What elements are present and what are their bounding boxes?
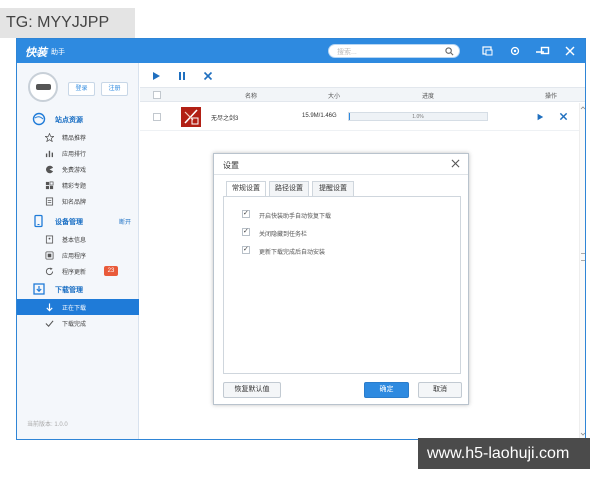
sidebar-item-label: 程序更新	[62, 270, 87, 276]
section-download-management[interactable]: 下载管理	[17, 281, 139, 297]
download-progress-bar: 1.0%	[348, 112, 488, 121]
version-label: 当前版本: 1.0.0	[27, 422, 68, 428]
sidebar: 登录 注册 站点资源 精品推荐 应用排行 免费游戏 精彩专题 知名品牌 设备管理…	[17, 63, 139, 439]
remove-icon[interactable]	[559, 112, 568, 121]
sidebar-item-free-games[interactable]: 免费游戏	[17, 161, 139, 177]
sidebar-item-label: 精品推荐	[62, 136, 87, 142]
option-label: 关闭隐藏到任务栏	[259, 232, 308, 238]
table-header: 名称 大小 进度 操作	[140, 87, 585, 102]
delete-all-icon[interactable]	[203, 71, 213, 81]
update-count-badge: 23	[104, 266, 118, 276]
search-input[interactable]: 搜索...	[328, 44, 460, 58]
scroll-down-icon[interactable]	[580, 431, 586, 437]
option-checkbox[interactable]	[242, 209, 250, 218]
sidebar-item-label: 知名品牌	[62, 200, 87, 206]
pacman-icon	[45, 165, 54, 174]
sidebar-item-updates[interactable]: 程序更新 23	[17, 263, 139, 279]
download-size: 15.9M/1.46G	[302, 113, 337, 119]
download-manager-icon	[33, 283, 45, 295]
resume-icon[interactable]	[536, 113, 544, 121]
close-icon[interactable]	[451, 159, 460, 168]
section-title: 下载管理	[55, 287, 83, 294]
table-row[interactable]: 无尽之剑3 15.9M/1.46G 1.0%	[140, 103, 580, 131]
device-icon	[34, 214, 43, 228]
globe-icon	[32, 112, 46, 126]
download-name: 无尽之剑3	[211, 116, 239, 122]
title-divider	[214, 174, 468, 175]
option-label: 更新下载完成后自动安装	[259, 250, 326, 256]
sidebar-item-downloading[interactable]: 正在下载	[17, 299, 139, 315]
app-icon	[181, 107, 201, 127]
select-all-checkbox[interactable]	[153, 91, 161, 99]
tab-path[interactable]: 路径设置	[269, 181, 309, 197]
confirm-button[interactable]: 确定	[364, 382, 409, 398]
search-icon[interactable]	[445, 47, 454, 56]
watermark-bottom: www.h5-laohuji.com	[418, 438, 590, 469]
settings-dialog: 设置 常规设置 路径设置 提醒设置 开启快装助手自动恢复下载 关闭隐藏到任务栏 …	[213, 153, 469, 405]
settings-panel: 开启快装助手自动恢复下载 关闭隐藏到任务栏 更新下载完成后自动安装	[223, 196, 461, 374]
section-device-management[interactable]: 设备管理 断开	[17, 213, 139, 229]
option-checkbox[interactable]	[242, 245, 250, 254]
section-site-resources[interactable]: 站点资源	[17, 111, 139, 127]
settings-gear-icon[interactable]	[507, 43, 523, 59]
disconnect-link[interactable]: 断开	[119, 217, 131, 226]
option-label: 开启快装助手自动恢复下载	[259, 214, 332, 220]
apps-icon	[45, 251, 54, 260]
download-arrow-icon	[46, 303, 53, 312]
option-checkbox[interactable]	[242, 227, 250, 236]
skin-icon[interactable]	[479, 43, 495, 59]
app-logo: 快装	[25, 47, 47, 59]
scroll-up-icon[interactable]	[580, 105, 586, 111]
info-icon	[45, 235, 54, 244]
pause-all-icon[interactable]	[177, 71, 187, 81]
sidebar-item-label: 免费游戏	[62, 168, 87, 174]
sidebar-item-label: 基本信息	[62, 238, 87, 244]
register-button[interactable]: 注册	[101, 82, 128, 96]
grid-icon	[45, 181, 54, 190]
column-size: 大小	[328, 94, 341, 100]
check-icon	[45, 320, 54, 327]
scroll-thumb[interactable]	[581, 253, 585, 261]
sidebar-item-label: 应用程序	[62, 254, 87, 260]
sidebar-item-basic-info[interactable]: 基本信息	[17, 231, 139, 247]
refresh-icon	[45, 267, 54, 276]
vertical-scrollbar[interactable]	[579, 103, 586, 439]
app-logo-sub: 助手	[51, 49, 65, 56]
tab-general[interactable]: 常规设置	[226, 181, 266, 197]
section-title: 站点资源	[55, 117, 83, 124]
row-checkbox[interactable]	[153, 113, 161, 121]
brand-icon	[45, 197, 54, 206]
bar-chart-icon	[45, 150, 54, 158]
dialog-title: 设置	[223, 161, 239, 170]
tab-reminder[interactable]: 提醒设置	[312, 181, 354, 197]
avatar[interactable]	[28, 72, 58, 102]
sidebar-item-label: 精彩专题	[62, 184, 87, 190]
column-action: 操作	[545, 94, 558, 100]
sidebar-item-label: 正在下载	[62, 306, 87, 312]
title-bar: 快装 助手 搜索...	[17, 39, 585, 63]
progress-text: 1.0%	[412, 114, 424, 120]
sidebar-item-label: 下载完成	[62, 322, 87, 328]
sidebar-item-brands[interactable]: 知名品牌	[17, 193, 139, 209]
sidebar-item-downloaded[interactable]: 下载完成	[17, 315, 139, 331]
cancel-button[interactable]: 取消	[418, 382, 462, 398]
start-all-icon[interactable]	[151, 71, 161, 81]
restore-default-button[interactable]: 恢复默认值	[223, 382, 281, 398]
column-progress: 进度	[422, 94, 435, 100]
star-icon	[45, 133, 54, 142]
column-name: 名称	[245, 94, 258, 100]
login-button[interactable]: 登录	[68, 82, 95, 96]
maximize-icon[interactable]	[537, 43, 553, 59]
sidebar-item-apps[interactable]: 应用程序	[17, 247, 139, 263]
sidebar-item-label: 应用排行	[62, 152, 87, 158]
sidebar-item-topics[interactable]: 精彩专题	[17, 177, 139, 193]
close-icon[interactable]	[562, 43, 578, 59]
watermark-top: TG: MYYJJPP	[0, 8, 135, 38]
sidebar-item-ranking[interactable]: 应用排行	[17, 145, 139, 161]
search-placeholder: 搜索...	[337, 49, 357, 56]
sidebar-item-featured[interactable]: 精品推荐	[17, 129, 139, 145]
section-title: 设备管理	[55, 219, 83, 226]
